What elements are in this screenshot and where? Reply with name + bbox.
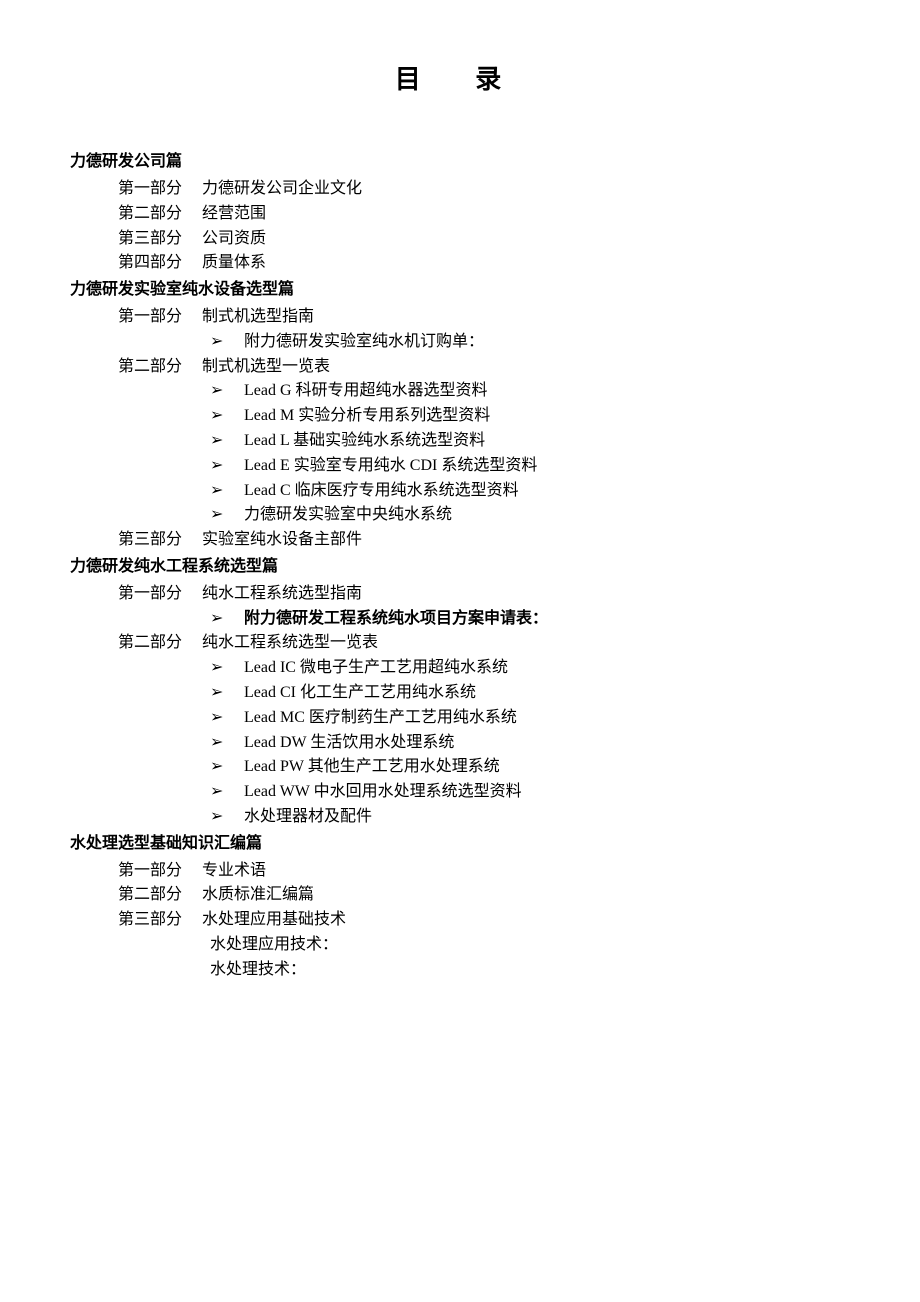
- arrow-icon: ➢: [210, 607, 226, 632]
- arrow-icon: ➢: [210, 731, 226, 756]
- arrow-icon: ➢: [210, 479, 226, 504]
- arrow-icon: ➢: [210, 706, 226, 731]
- bullet-text: Lead PW 其他生产工艺用水处理系统: [244, 755, 500, 780]
- toc-part-line: 第四部分质量体系: [118, 251, 850, 276]
- toc-bullet-line: ➢ Lead WW 中水回用水处理系统选型资料: [210, 780, 850, 805]
- toc-subline: 水处理技术：: [210, 958, 850, 983]
- toc-bullet-line: ➢ Lead C 临床医疗专用纯水系统选型资料: [210, 479, 850, 504]
- arrow-icon: ➢: [210, 755, 226, 780]
- arrow-icon: ➢: [210, 429, 226, 454]
- part-title: 纯水工程系统选型指南: [202, 582, 362, 607]
- toc-bullet-line: ➢ Lead E 实验室专用纯水 CDI 系统选型资料: [210, 454, 850, 479]
- bullet-text: Lead M 实验分析专用系列选型资料: [244, 404, 490, 429]
- part-label: 第二部分: [118, 631, 190, 656]
- arrow-icon: ➢: [210, 681, 226, 706]
- part-title: 专业术语: [202, 859, 266, 884]
- toc-bullet-line: ➢ Lead CI 化工生产工艺用纯水系统: [210, 681, 850, 706]
- section-heading: 力德研发实验室纯水设备选型篇: [70, 278, 850, 303]
- part-label: 第一部分: [118, 177, 190, 202]
- toc-bullet-line: ➢ 力德研发实验室中央纯水系统: [210, 503, 850, 528]
- bullet-text: Lead C 临床医疗专用纯水系统选型资料: [244, 479, 519, 504]
- toc-part-line: 第一部分专业术语: [118, 859, 850, 884]
- toc-part-line: 第一部分纯水工程系统选型指南: [118, 582, 850, 607]
- part-title: 水处理应用基础技术: [202, 908, 346, 933]
- toc-part-line: 第二部分经营范围: [118, 202, 850, 227]
- arrow-icon: ➢: [210, 503, 226, 528]
- toc-bullet-line: ➢ Lead MC 医疗制药生产工艺用纯水系统: [210, 706, 850, 731]
- arrow-icon: ➢: [210, 454, 226, 479]
- bullet-text: Lead G 科研专用超纯水器选型资料: [244, 379, 488, 404]
- toc-bullet-line: ➢ 水处理器材及配件: [210, 805, 850, 830]
- bullet-text: Lead MC 医疗制药生产工艺用纯水系统: [244, 706, 517, 731]
- arrow-icon: ➢: [210, 330, 226, 355]
- part-title: 力德研发公司企业文化: [202, 177, 362, 202]
- part-label: 第二部分: [118, 883, 190, 908]
- part-title: 公司资质: [202, 227, 266, 252]
- toc-part-line: 第二部分制式机选型一览表: [118, 355, 850, 380]
- part-title: 水质标准汇编篇: [202, 883, 314, 908]
- bullet-text: Lead CI 化工生产工艺用纯水系统: [244, 681, 476, 706]
- toc-bullet-line: ➢ Lead PW 其他生产工艺用水处理系统: [210, 755, 850, 780]
- toc-part-line: 第一部分力德研发公司企业文化: [118, 177, 850, 202]
- toc-bullet-line: ➢ Lead G 科研专用超纯水器选型资料: [210, 379, 850, 404]
- bullet-text: Lead WW 中水回用水处理系统选型资料: [244, 780, 522, 805]
- toc-part-line: 第一部分制式机选型指南: [118, 305, 850, 330]
- bullet-text: Lead IC 微电子生产工艺用超纯水系统: [244, 656, 508, 681]
- toc-part-line: 第三部分实验室纯水设备主部件: [118, 528, 850, 553]
- bullet-text: 附力德研发工程系统纯水项目方案申请表：: [244, 607, 548, 632]
- part-label: 第一部分: [118, 859, 190, 884]
- bullet-text: Lead L 基础实验纯水系统选型资料: [244, 429, 485, 454]
- toc-bullet-line: ➢ Lead DW 生活饮用水处理系统: [210, 731, 850, 756]
- part-label: 第二部分: [118, 355, 190, 380]
- arrow-icon: ➢: [210, 379, 226, 404]
- toc-part-line: 第三部分公司资质: [118, 227, 850, 252]
- bullet-text: Lead DW 生活饮用水处理系统: [244, 731, 454, 756]
- toc-part-line: 第三部分水处理应用基础技术: [118, 908, 850, 933]
- part-title: 经营范围: [202, 202, 266, 227]
- arrow-icon: ➢: [210, 404, 226, 429]
- toc-bullet-line: ➢ Lead L 基础实验纯水系统选型资料: [210, 429, 850, 454]
- section-heading: 水处理选型基础知识汇编篇: [70, 832, 850, 857]
- toc-part-line: 第二部分纯水工程系统选型一览表: [118, 631, 850, 656]
- arrow-icon: ➢: [210, 656, 226, 681]
- part-title: 制式机选型指南: [202, 305, 314, 330]
- page-title: 目 录: [70, 60, 850, 100]
- part-title: 质量体系: [202, 251, 266, 276]
- toc-bullet-line: ➢ 附力德研发工程系统纯水项目方案申请表：: [210, 607, 850, 632]
- part-label: 第三部分: [118, 227, 190, 252]
- bullet-text: Lead E 实验室专用纯水 CDI 系统选型资料: [244, 454, 537, 479]
- part-label: 第一部分: [118, 305, 190, 330]
- toc-bullet-line: ➢ Lead IC 微电子生产工艺用超纯水系统: [210, 656, 850, 681]
- section-heading: 力德研发公司篇: [70, 150, 850, 175]
- part-label: 第四部分: [118, 251, 190, 276]
- part-title: 制式机选型一览表: [202, 355, 330, 380]
- arrow-icon: ➢: [210, 780, 226, 805]
- toc-part-line: 第二部分水质标准汇编篇: [118, 883, 850, 908]
- part-label: 第一部分: [118, 582, 190, 607]
- arrow-icon: ➢: [210, 805, 226, 830]
- toc-bullet-line: ➢ 附力德研发实验室纯水机订购单：: [210, 330, 850, 355]
- part-label: 第三部分: [118, 528, 190, 553]
- part-label: 第三部分: [118, 908, 190, 933]
- table-of-contents: 力德研发公司篇第一部分力德研发公司企业文化第二部分经营范围第三部分公司资质第四部…: [70, 150, 850, 982]
- bullet-text: 力德研发实验室中央纯水系统: [244, 503, 452, 528]
- part-title: 实验室纯水设备主部件: [202, 528, 362, 553]
- toc-subline: 水处理应用技术：: [210, 933, 850, 958]
- bullet-text: 水处理器材及配件: [244, 805, 372, 830]
- bullet-text: 附力德研发实验室纯水机订购单：: [244, 330, 484, 355]
- toc-bullet-line: ➢ Lead M 实验分析专用系列选型资料: [210, 404, 850, 429]
- part-title: 纯水工程系统选型一览表: [202, 631, 378, 656]
- section-heading: 力德研发纯水工程系统选型篇: [70, 555, 850, 580]
- part-label: 第二部分: [118, 202, 190, 227]
